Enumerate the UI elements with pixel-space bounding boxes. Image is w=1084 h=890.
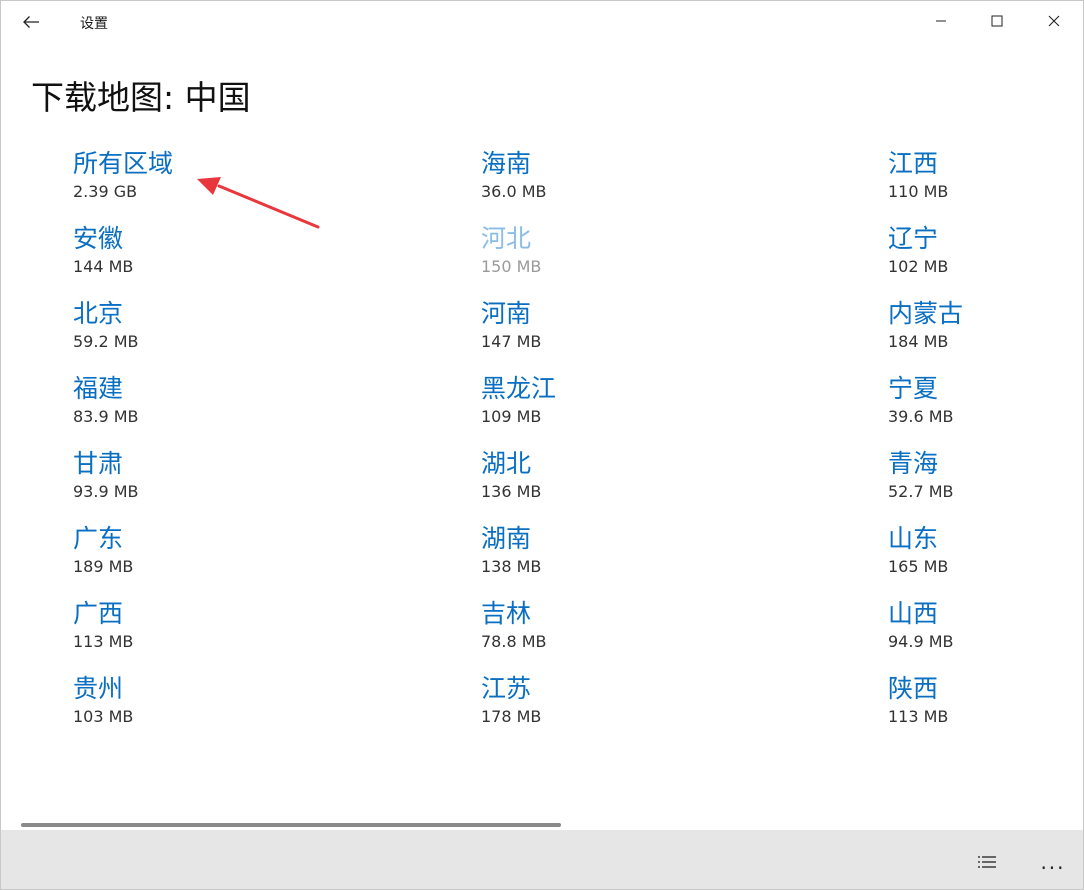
region-size: 138 MB	[481, 557, 542, 576]
region-name: 河南	[481, 299, 532, 328]
region-item[interactable]: 青海 52.7 MB	[888, 446, 1083, 516]
region-name: 山东	[888, 524, 939, 553]
region-name: 吉林	[481, 599, 532, 628]
list-button[interactable]	[967, 842, 1007, 882]
region-item[interactable]: 辽宁 102 MB	[888, 221, 1083, 291]
page-title: 下载地图: 中国	[31, 78, 251, 117]
region-item[interactable]: 山西 94.9 MB	[888, 596, 1083, 666]
region-size: 103 MB	[73, 707, 134, 726]
region-size: 109 MB	[481, 407, 542, 426]
region-name: 江西	[888, 149, 939, 178]
maximize-button[interactable]	[969, 1, 1025, 41]
more-icon: ...	[1040, 850, 1066, 874]
region-name: 湖北	[481, 449, 532, 478]
region-size: 93.9 MB	[73, 482, 139, 501]
region-size: 39.6 MB	[888, 407, 954, 426]
region-size: 144 MB	[73, 257, 134, 276]
region-name: 海南	[481, 149, 532, 178]
region-name: 贵州	[73, 674, 124, 703]
region-name: 宁夏	[888, 374, 939, 403]
region-size: 147 MB	[481, 332, 542, 351]
region-item[interactable]: 吉林 78.8 MB	[481, 596, 721, 666]
region-item[interactable]: 广西 113 MB	[73, 596, 313, 666]
region-name: 陕西	[888, 674, 939, 703]
list-icon	[978, 856, 996, 868]
region-size: 113 MB	[73, 632, 134, 651]
minimize-icon	[936, 20, 946, 22]
region-name: 青海	[888, 449, 939, 478]
more-button[interactable]: ...	[1033, 842, 1073, 882]
command-bar: ...	[1, 830, 1083, 889]
region-name: 甘肃	[73, 449, 124, 478]
region-name: 北京	[73, 299, 124, 328]
region-item[interactable]: 海南 36.0 MB	[481, 146, 721, 216]
region-size: 78.8 MB	[481, 632, 547, 651]
region-size: 165 MB	[888, 557, 949, 576]
region-name: 河北	[481, 224, 532, 253]
region-size: 189 MB	[73, 557, 134, 576]
app-title: 设置	[80, 16, 108, 32]
region-item[interactable]: 广东 189 MB	[73, 521, 313, 591]
region-name: 广西	[73, 599, 124, 628]
region-name: 江苏	[481, 674, 532, 703]
region-size: 178 MB	[481, 707, 542, 726]
region-item[interactable]: 甘肃 93.9 MB	[73, 446, 313, 516]
region-size: 83.9 MB	[73, 407, 139, 426]
region-size: 184 MB	[888, 332, 949, 351]
region-size: 59.2 MB	[73, 332, 139, 351]
region-name: 黑龙江	[481, 374, 557, 403]
region-name: 内蒙古	[888, 299, 964, 328]
region-name: 福建	[73, 374, 124, 403]
minimize-button[interactable]	[913, 1, 969, 41]
settings-window: 设置 下载地图: 中国 所有区域 2.39 GB 安徽 144 MB 北京 59.2 MB…	[0, 0, 1084, 890]
region-item[interactable]: 福建 83.9 MB	[73, 371, 313, 441]
region-item[interactable]: 贵州 103 MB	[73, 671, 313, 741]
region-item[interactable]: 山东 165 MB	[888, 521, 1083, 591]
region-name: 湖南	[481, 524, 532, 553]
annotation-arrow-icon	[197, 177, 320, 229]
close-icon	[1048, 15, 1060, 27]
region-size: 102 MB	[888, 257, 949, 276]
region-item[interactable]: 黑龙江 109 MB	[481, 371, 721, 441]
region-item[interactable]: 北京 59.2 MB	[73, 296, 313, 366]
region-item[interactable]: 江苏 178 MB	[481, 671, 721, 741]
region-item: 河北 150 MB	[481, 221, 721, 291]
region-size: 136 MB	[481, 482, 542, 501]
region-item[interactable]: 陕西 113 MB	[888, 671, 1083, 741]
region-size: 94.9 MB	[888, 632, 954, 651]
back-arrow-icon	[23, 16, 39, 28]
region-item[interactable]: 内蒙古 184 MB	[888, 296, 1083, 366]
region-item[interactable]: 湖南 138 MB	[481, 521, 721, 591]
region-name: 辽宁	[888, 224, 939, 253]
region-item[interactable]: 河南 147 MB	[481, 296, 721, 366]
region-item[interactable]: 江西 110 MB	[888, 146, 1083, 216]
region-size: 110 MB	[888, 182, 949, 201]
title-bar: 设置	[1, 1, 1083, 43]
region-size: 52.7 MB	[888, 482, 954, 501]
horizontal-scrollbar[interactable]	[21, 823, 561, 827]
region-name: 广东	[73, 524, 124, 553]
back-button[interactable]	[11, 5, 51, 39]
region-size: 150 MB	[481, 257, 542, 276]
region-size: 36.0 MB	[481, 182, 547, 201]
close-button[interactable]	[1026, 1, 1082, 41]
maximize-icon	[991, 15, 1003, 27]
region-name: 山西	[888, 599, 939, 628]
region-item[interactable]: 湖北 136 MB	[481, 446, 721, 516]
region-size: 113 MB	[888, 707, 949, 726]
region-item[interactable]: 宁夏 39.6 MB	[888, 371, 1083, 441]
region-grid: 所有区域 2.39 GB 安徽 144 MB 北京 59.2 MB 福建 83.9 MB 甘肃 9…	[73, 146, 1033, 746]
